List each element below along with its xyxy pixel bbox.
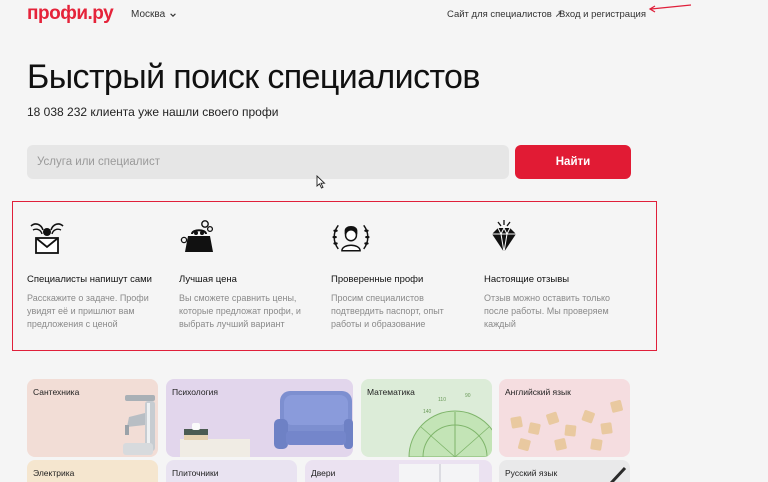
door-icon <box>399 464 479 482</box>
svg-text:90: 90 <box>465 393 471 399</box>
feature-title: Проверенные профи <box>331 274 424 285</box>
letter-tiles-icon <box>510 400 623 452</box>
feature-verified-pros: Проверенные профи Просим специалистов по… <box>331 218 471 331</box>
category-label: Электрика <box>33 468 75 478</box>
city-selector[interactable]: Москва <box>131 9 177 20</box>
clients-count: 18 038 232 клиента уже нашли своего проф… <box>27 105 279 119</box>
wallet-coins-icon <box>180 220 214 252</box>
category-card-plumbing[interactable]: Сантехника <box>27 379 158 457</box>
faucet-icon <box>123 395 155 455</box>
feature-description: Отзыв можно оставить только после работы… <box>484 293 611 329</box>
feature-title: Лучшая цена <box>179 274 237 285</box>
category-card-doors[interactable]: Двери <box>305 460 492 482</box>
feature-title: Специалисты напишут сами <box>27 274 152 285</box>
category-card-russian[interactable]: Русский язык <box>499 460 630 482</box>
protractor-icon: 90 110 140 <box>408 393 492 457</box>
category-card-electrics[interactable]: Электрика <box>27 460 158 482</box>
feature-best-price: Лучшая цена Вы сможете сравнить цены, ко… <box>179 218 319 331</box>
category-card-tilers[interactable]: Плиточники <box>166 460 297 482</box>
svg-text:110: 110 <box>438 397 446 403</box>
feature-real-reviews: Настоящие отзывы Отзыв можно оставить то… <box>484 218 624 331</box>
feature-title: Настоящие отзывы <box>484 274 570 285</box>
category-label: Плиточники <box>172 468 219 478</box>
category-label: Двери <box>311 468 336 478</box>
nav-specialists-link[interactable]: Сайт для специалистов ↗ <box>447 9 562 20</box>
search-input[interactable] <box>27 145 509 179</box>
annotation-arrow-icon <box>648 4 692 13</box>
feature-description: Расскажите о задаче. Профи увидят её и п… <box>27 293 149 329</box>
laurel-person-icon <box>332 224 370 252</box>
category-label: Сантехника <box>33 387 80 397</box>
category-card-psychology[interactable]: Психология <box>166 379 353 457</box>
diamond-icon <box>492 220 516 253</box>
svg-text:140: 140 <box>423 409 432 415</box>
category-card-math[interactable]: Математика 90 110 140 <box>361 379 492 457</box>
logo[interactable]: профи.ру <box>27 3 114 25</box>
page-title: Быстрый поиск специалистов <box>27 58 480 96</box>
feature-description: Вы сможете сравнить цены, которые предло… <box>179 293 301 329</box>
search-button[interactable]: Найти <box>515 145 631 179</box>
pen-icon <box>609 466 627 482</box>
envelope-wings-icon <box>30 223 64 254</box>
mouse-cursor-icon <box>316 175 326 189</box>
nav-login-link[interactable]: Вход и регистрация <box>559 9 646 20</box>
city-label: Москва <box>131 9 166 20</box>
chevron-down-icon <box>170 12 176 17</box>
feature-description: Просим специалистов подтвердить паспорт,… <box>331 293 444 329</box>
feature-specialists-write: Специалисты напишут сами Расскажите о за… <box>27 218 167 331</box>
category-label: Русский язык <box>505 468 558 478</box>
category-card-english[interactable]: Английский язык <box>499 379 630 457</box>
armchair-icon <box>180 391 353 457</box>
